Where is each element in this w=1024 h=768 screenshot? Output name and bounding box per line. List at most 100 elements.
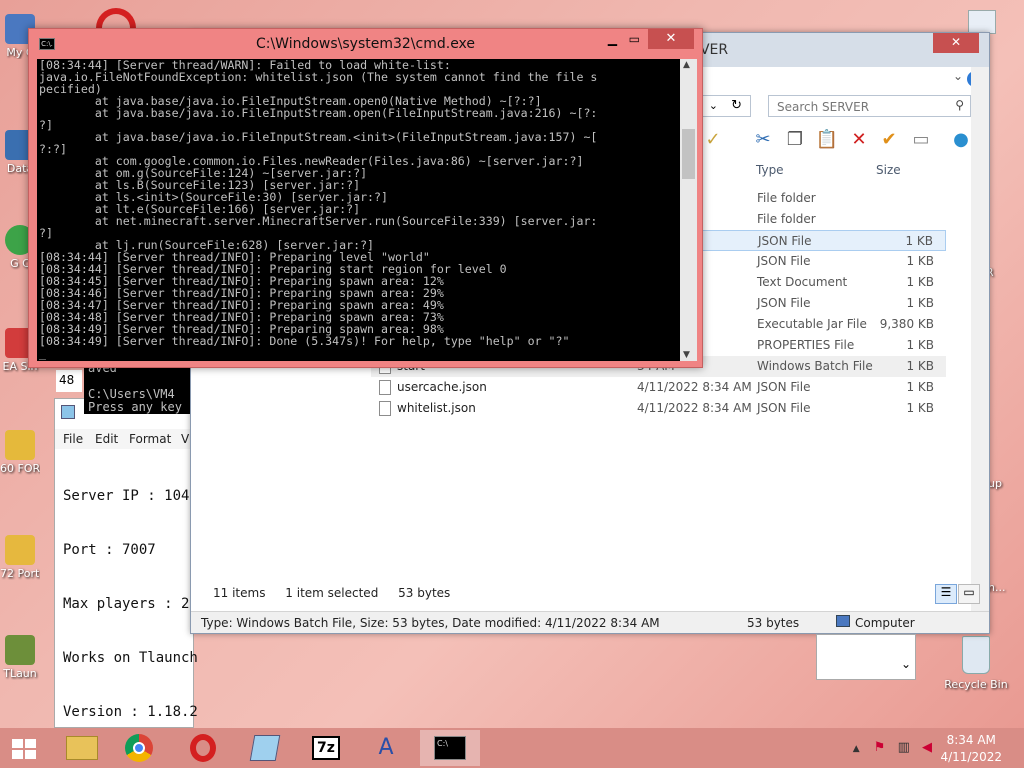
opera-icon <box>190 734 216 762</box>
taskbar: 7z A C:\ ▲ ⚑ ▥ ◀ 8:34 AM 4/11/2022 <box>0 728 1024 768</box>
desktop-label-n: n... <box>988 581 1006 594</box>
clock-date: 4/11/2022 <box>940 750 1002 764</box>
menu-edit[interactable]: Edit <box>95 432 118 446</box>
scrollbar-thumb[interactable] <box>682 129 695 179</box>
file-type: File folder <box>757 191 816 205</box>
file-row[interactable]: usercache.json 4/11/2022 8:34 AM JSON File… <box>371 377 946 398</box>
file-size: 1 KB <box>905 234 933 248</box>
cmd-title: C:\Windows\system32\cmd.exe <box>255 36 476 52</box>
console-line: at java.base/java.io.FileInputStream.<in… <box>39 130 598 144</box>
chevron-down-icon[interactable]: ⌄ <box>709 99 718 112</box>
window-fragment-48: 48 <box>56 370 82 392</box>
globe-icon[interactable]: ● <box>949 129 973 153</box>
folder-icon <box>66 736 98 760</box>
chevron-down-icon[interactable]: ⌄ <box>901 657 911 671</box>
network-icon[interactable]: ▥ <box>898 740 910 755</box>
taskbar-app[interactable]: A <box>358 730 414 766</box>
file-size: 1 KB <box>906 401 934 415</box>
details-text: Type: Windows Batch File, Size: 53 bytes… <box>201 616 660 630</box>
app-icon: A <box>378 735 394 760</box>
desktop-icon-porte[interactable]: 72 Porte <box>0 535 40 580</box>
volume-icon[interactable]: ◀ <box>922 740 932 755</box>
refresh-icon[interactable]: ↻ <box>731 98 742 113</box>
file-name: whitelist.json <box>397 401 476 415</box>
vertical-scrollbar[interactable] <box>971 67 989 615</box>
search-icon: ⚲ <box>955 98 964 112</box>
file-type: JSON File <box>757 254 811 268</box>
search-input[interactable]: Search SERVER ⚲ <box>768 95 971 117</box>
console-line: java.io.FileNotFoundException: whitelist… <box>39 70 598 84</box>
menu-file[interactable]: File <box>63 432 83 446</box>
cmd-close-button[interactable]: ✕ <box>648 29 694 49</box>
delete-icon[interactable]: ✕ <box>847 129 871 153</box>
item-count: 11 items <box>213 586 266 600</box>
maximize-icon[interactable]: ▭ <box>629 32 640 46</box>
console-output[interactable]: [08:34:44] [Server thread/WARN]: Failed … <box>37 59 680 361</box>
file-type: Executable Jar File <box>757 317 867 331</box>
file-size: 1 KB <box>906 296 934 310</box>
desktop-icon-tlauncher[interactable]: TLaun <box>0 635 40 680</box>
file-date: 4/11/2022 8:34 AM <box>637 380 752 394</box>
cmd-window-behind[interactable]: aved C:\Users\VM4 Press any key <box>84 360 190 414</box>
checkmark-icon[interactable]: ✔ <box>877 129 901 153</box>
copy-icon[interactable]: ❐ <box>783 129 807 153</box>
large-icons-view-icon[interactable]: ▭ <box>958 584 980 604</box>
cmd-titlebar[interactable]: C:\. C:\Windows\system32\cmd.exe ▁ ▭ ✕ <box>29 29 702 59</box>
cmd-scrollbar[interactable]: ▲ ▼ <box>680 59 697 361</box>
file-type: File folder <box>757 212 816 226</box>
scroll-up-icon[interactable]: ▲ <box>683 60 690 70</box>
taskbar-notepad[interactable] <box>238 730 294 766</box>
details-location: Computer <box>855 616 915 630</box>
explorer-close-button[interactable]: ✕ <box>933 33 979 53</box>
console-line: at net.minecraft.server.MinecraftServer.… <box>39 214 598 228</box>
scroll-down-icon[interactable]: ▼ <box>683 350 690 360</box>
file-icon <box>379 401 391 416</box>
notepad-menubar: File Edit Format Vi <box>55 429 193 449</box>
notepad-window[interactable]: File Edit Format Vi Server IP : 104. Por… <box>54 398 198 728</box>
tray-expand-icon[interactable]: ▲ <box>853 744 860 754</box>
selected-bytes: 53 bytes <box>398 586 451 600</box>
desktop-label-up: up <box>988 477 1002 490</box>
file-icon <box>379 380 391 395</box>
file-size: 9,380 KB <box>879 317 934 331</box>
chevron-down-icon[interactable]: ⌄ <box>953 69 963 83</box>
flag-icon[interactable]: ⚑ <box>874 740 886 755</box>
desktop-icon-for[interactable]: 60 FOR <box>0 430 40 475</box>
file-size: 1 KB <box>906 359 934 373</box>
taskbar-7zip[interactable]: 7z <box>298 730 354 766</box>
computer-icon <box>836 615 850 627</box>
status-line: 11 items 1 item selected 53 bytes <box>213 586 466 600</box>
portable-icon <box>5 535 35 565</box>
file-type: JSON File <box>757 296 811 310</box>
chrome-icon <box>125 734 153 762</box>
recycle-bin[interactable]: Recycle Bin <box>944 636 1008 691</box>
cmd-window[interactable]: C:\. C:\Windows\system32\cmd.exe ▁ ▭ ✕ [… <box>28 28 703 368</box>
notepad-text[interactable]: Server IP : 104. Port : 7007 Max players… <box>63 451 198 757</box>
desktop-file-icon[interactable] <box>968 10 996 34</box>
column-size[interactable]: Size <box>876 163 901 177</box>
clock-time: 8:34 AM <box>946 733 996 747</box>
paste-icon[interactable]: 📋 <box>815 129 839 153</box>
file-type: JSON File <box>757 401 811 415</box>
cut-icon[interactable]: ✂ <box>751 129 775 153</box>
menu-format[interactable]: Format <box>129 432 171 446</box>
console-line: at java.base/java.io.FileInputStream.ope… <box>39 106 598 120</box>
taskbar-opera[interactable] <box>176 730 232 766</box>
background-window-fragment: ⌄ <box>816 634 916 680</box>
file-size: 1 KB <box>906 338 934 352</box>
taskbar-cmd[interactable]: C:\ <box>420 730 480 766</box>
file-size: 1 KB <box>906 254 934 268</box>
taskbar-file-explorer[interactable] <box>54 730 110 766</box>
7zip-icon: 7z <box>312 736 340 760</box>
rename-icon[interactable]: ▭ <box>909 129 933 153</box>
selected-count: 1 item selected <box>285 586 379 600</box>
start-button[interactable] <box>0 730 48 766</box>
details-view-icon[interactable]: ☰ <box>935 584 957 604</box>
minimize-icon[interactable]: ▁ <box>608 32 617 46</box>
properties-icon[interactable]: ✓ <box>701 129 725 153</box>
file-row[interactable]: whitelist.json 4/11/2022 8:34 AM JSON File… <box>371 398 946 419</box>
windows-icon <box>12 739 36 759</box>
clock[interactable]: 8:34 AM 4/11/2022 <box>940 732 1002 766</box>
column-type[interactable]: Type <box>756 163 784 177</box>
taskbar-chrome[interactable] <box>112 730 168 766</box>
